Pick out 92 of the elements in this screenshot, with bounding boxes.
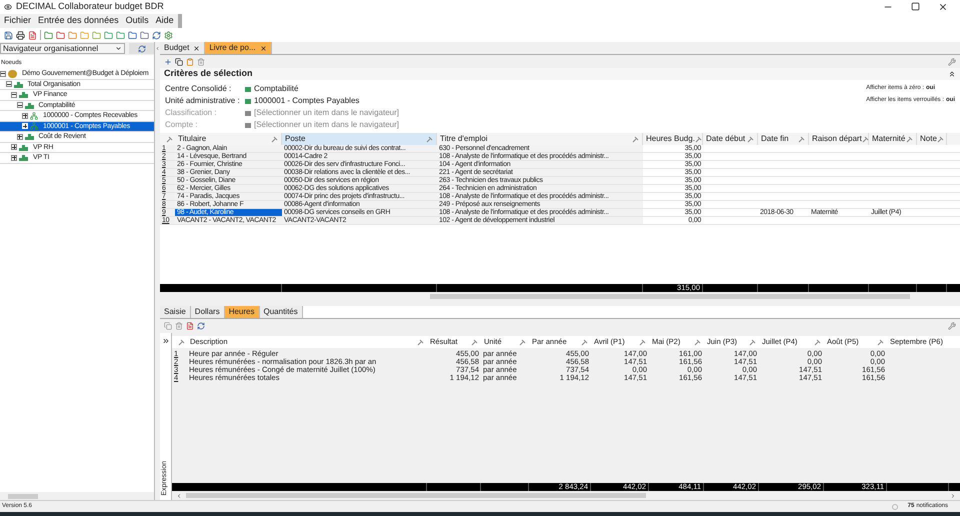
chevron-left-icon[interactable] — [176, 492, 182, 498]
pin-icon — [426, 136, 433, 142]
tab[interactable]: Quantités — [260, 306, 303, 318]
wrench-icon[interactable] — [948, 58, 956, 66]
folder-icon[interactable] — [140, 30, 149, 40]
collapse-icon[interactable] — [0, 70, 6, 77]
column-header[interactable]: Heures Budg. — [643, 133, 703, 145]
column-header[interactable]: Raison départ — [809, 133, 869, 145]
menu-item[interactable]: Aide — [156, 14, 174, 28]
expand-icon[interactable] — [22, 112, 28, 119]
pin-icon — [271, 136, 278, 142]
pin-icon — [747, 136, 754, 142]
document-icon[interactable] — [186, 322, 194, 330]
close-icon[interactable] — [193, 44, 200, 52]
expand-icon[interactable] — [162, 337, 170, 345]
collapse-icon[interactable] — [16, 102, 22, 108]
navigator-dropdown[interactable]: Navigateur organisationnel — [0, 43, 125, 54]
document-icon[interactable] — [28, 30, 37, 40]
window-title: DECIMAL Collaborateur budget BDR — [16, 0, 164, 14]
field-label: Classification : — [165, 107, 218, 119]
tab[interactable]: Livre de po... — [205, 42, 272, 54]
maximize-icon[interactable] — [911, 2, 920, 11]
field-label: Unité administrative : — [165, 95, 241, 107]
field-label: Compte : — [165, 119, 198, 131]
field-value[interactable]: Comptabilité — [254, 83, 298, 95]
horizontal-scrollbar[interactable] — [0, 492, 154, 500]
pin-icon — [519, 338, 526, 346]
chevron-right-icon[interactable] — [950, 492, 956, 498]
pin-icon — [814, 338, 821, 346]
pin-icon — [471, 338, 478, 346]
hierarchy-icon — [30, 122, 38, 130]
tab[interactable]: Heures — [224, 306, 260, 318]
close-icon[interactable] — [260, 44, 267, 52]
paste-icon[interactable] — [186, 58, 194, 66]
chevron-left-icon[interactable] — [155, 46, 160, 51]
collapse-icon[interactable] — [11, 92, 17, 98]
pin-icon — [877, 338, 884, 346]
pin-icon — [749, 338, 756, 346]
column-header[interactable]: Date fin — [758, 133, 809, 145]
field-label: Centre Consolidé : — [165, 83, 232, 95]
tab[interactable]: Dollars — [190, 306, 225, 318]
collapse-icon[interactable] — [948, 70, 956, 78]
pin-icon — [166, 136, 173, 142]
refresh-button[interactable] — [129, 43, 154, 54]
chevron-down-icon — [115, 45, 122, 52]
menu-item[interactable]: Fichier — [4, 14, 32, 28]
save-icon[interactable] — [4, 30, 13, 40]
section-title: Critères de sélection — [164, 67, 253, 80]
folder-icon[interactable] — [116, 30, 125, 40]
field-value: [Sélectionner un item dans le navigateur] — [254, 119, 399, 131]
add-icon[interactable] — [164, 58, 172, 66]
wrench-icon[interactable] — [948, 322, 956, 330]
pin-icon — [632, 136, 639, 142]
folder-icon[interactable] — [128, 30, 137, 40]
expand-icon[interactable] — [16, 134, 22, 140]
folder-icon[interactable] — [56, 30, 65, 40]
expand-icon[interactable] — [11, 154, 17, 161]
settings-icon[interactable] — [164, 30, 173, 40]
menu-item[interactable]: Outils — [126, 14, 149, 28]
pin-icon — [694, 136, 702, 142]
app-logo-icon — [4, 3, 12, 11]
pin-icon — [639, 338, 646, 346]
close-icon[interactable] — [938, 2, 948, 12]
field-value[interactable]: 1000001 - Comptes Payables — [254, 95, 360, 107]
refresh-icon[interactable] — [197, 322, 205, 330]
hierarchy-icon — [30, 112, 38, 120]
horizontal-scrollbar[interactable] — [160, 292, 960, 300]
column-header[interactable]: Date début — [703, 133, 758, 145]
tab[interactable]: Budget — [160, 42, 206, 54]
folder-icon[interactable] — [44, 30, 53, 40]
refresh-icon — [138, 44, 146, 52]
menu-item[interactable]: Entrée des données — [38, 14, 119, 28]
column-header[interactable]: Maternité — [869, 133, 917, 145]
pin-icon — [178, 338, 185, 346]
pin-icon — [906, 136, 913, 142]
folder-icon[interactable] — [68, 30, 77, 40]
column-header[interactable]: Note — [917, 133, 947, 145]
pin-icon — [694, 338, 701, 346]
pin-icon — [581, 338, 588, 346]
refresh-icon[interactable] — [152, 30, 161, 40]
pin-icon — [798, 136, 805, 142]
folder-icon[interactable] — [104, 30, 113, 40]
expand-icon[interactable] — [11, 144, 17, 150]
column-header[interactable]: Poste — [282, 133, 437, 145]
copy-icon[interactable] — [175, 58, 183, 66]
pin-icon — [936, 136, 944, 142]
printer-icon[interactable] — [16, 30, 25, 40]
pin-icon — [862, 136, 869, 142]
collapse-icon[interactable] — [6, 81, 12, 88]
tab[interactable]: Saisie — [160, 306, 191, 318]
field-value: [Sélectionner un item dans le navigateur] — [254, 107, 399, 119]
pin-icon — [417, 338, 424, 346]
